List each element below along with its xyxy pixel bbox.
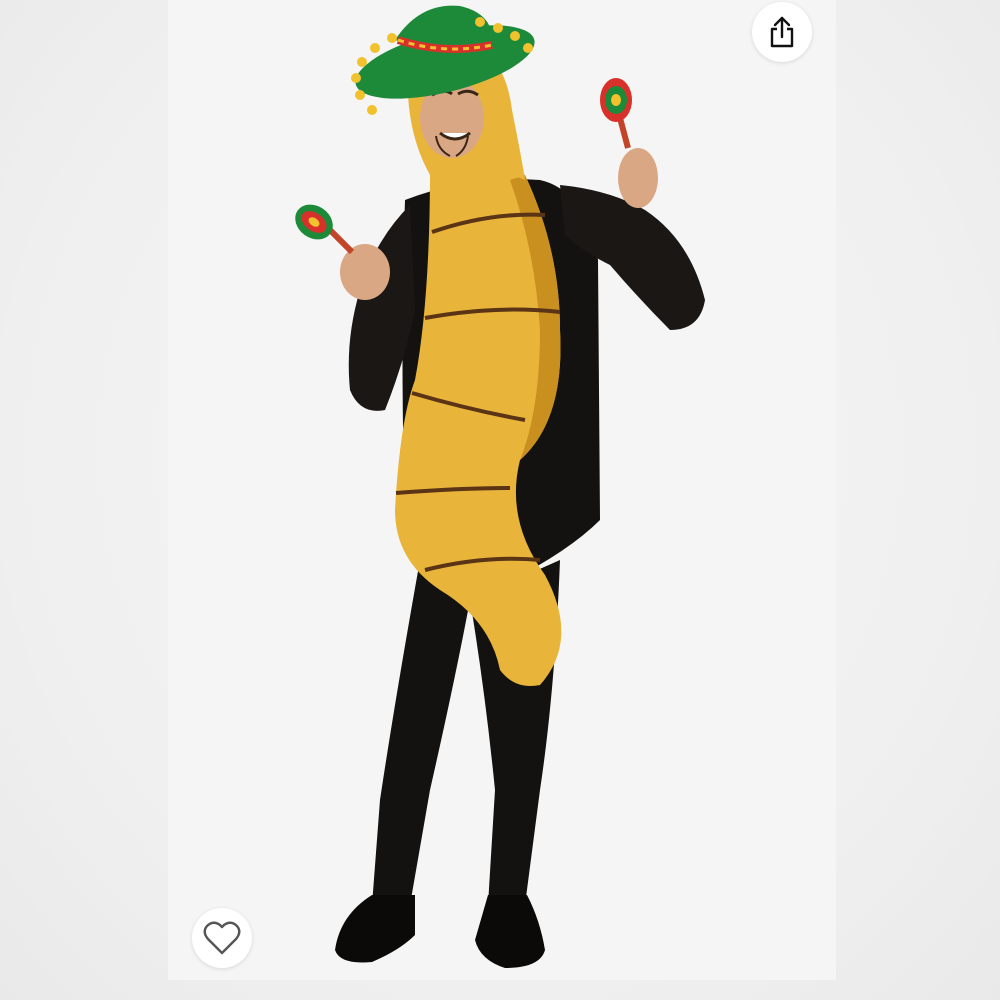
left-leg [372, 560, 470, 905]
like-button[interactable] [192, 908, 252, 968]
image-viewer [0, 0, 1000, 1000]
maraca-left [295, 204, 355, 255]
left-shoe [335, 895, 415, 963]
share-icon [770, 16, 794, 48]
maraca-right [600, 78, 632, 149]
right-hand [618, 148, 658, 208]
heart-outline-icon [203, 921, 241, 955]
left-hand [340, 244, 390, 300]
product-photo[interactable] [168, 0, 836, 980]
right-shoe [475, 895, 545, 968]
share-button[interactable] [752, 2, 812, 62]
